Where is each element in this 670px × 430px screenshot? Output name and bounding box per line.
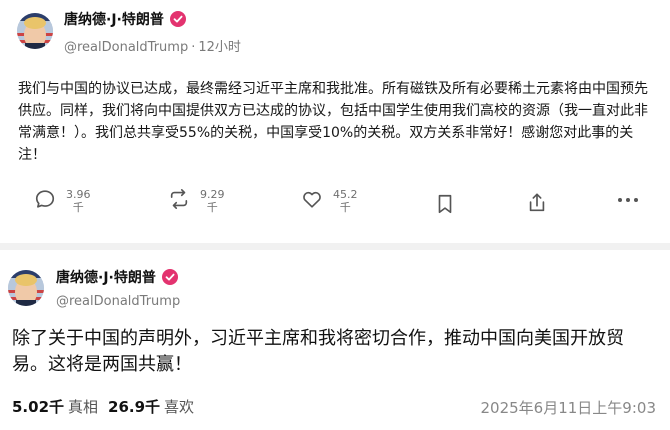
verified-badge-icon (169, 11, 186, 27)
share-button[interactable] (526, 192, 548, 214)
post-time[interactable]: 12小时 (198, 40, 241, 55)
bookmark-icon (438, 194, 452, 214)
repost-count-value: 9.29 (200, 188, 225, 201)
post-card[interactable]: 唐纳德·J·特朗普 @realDonaldTrump 除了关于中国的声明外，习近… (0, 250, 670, 430)
post-card[interactable]: 唐纳德·J·特朗普 @realDonaldTrump · 12小时 我们与中国的协议… (0, 0, 670, 243)
repost-count: 9.29 千 (200, 188, 225, 214)
repost-button[interactable]: 9.29 千 (168, 188, 225, 214)
like-count-value: 45.2 (333, 188, 358, 201)
like-button[interactable]: 45.2 千 (301, 188, 358, 214)
post-timestamp: 2025年6月11日上午9:03 (480, 399, 657, 417)
author-handle[interactable]: @realDonaldTrump (64, 40, 188, 55)
author-handle[interactable]: @realDonaldTrump (56, 294, 180, 309)
share-icon (529, 193, 545, 212)
like-count[interactable]: 26.9千 (108, 398, 160, 416)
action-bar: 3.96 千 9.29 千 45.2 千 (0, 188, 670, 224)
author-name[interactable]: 唐纳德·J·特朗普 (64, 9, 164, 29)
post-text: 除了关于中国的声明外，习近平主席和我将密切合作，推动中国向美国开放贸易。这将是两… (12, 328, 624, 375)
repost-icon (170, 189, 188, 209)
repost-label[interactable]: 真相 (68, 398, 98, 416)
author-avatar[interactable] (8, 270, 44, 306)
repost-count-unit: 千 (206, 201, 218, 214)
post-divider (0, 243, 670, 250)
more-options-button[interactable] (616, 196, 640, 204)
bookmark-button[interactable] (435, 193, 455, 215)
post-stats: 5.02千 真相 26.9千 喜欢 (12, 396, 204, 417)
separator-dot: · (191, 40, 196, 55)
author-name[interactable]: 唐纳德·J·特朗普 (56, 267, 156, 287)
reply-count-value: 3.96 (66, 188, 91, 201)
heart-icon (303, 191, 321, 208)
reply-count-unit: 千 (72, 201, 84, 214)
comment-icon (35, 190, 55, 208)
more-icon (618, 198, 638, 202)
author-avatar[interactable] (17, 13, 53, 49)
like-count-unit: 千 (339, 201, 351, 214)
reply-count: 3.96 千 (66, 188, 91, 214)
repost-count[interactable]: 5.02千 (12, 398, 64, 416)
reply-button[interactable]: 3.96 千 (34, 188, 91, 214)
verified-badge-icon (161, 269, 178, 285)
post-text: 我们与中国的协议已达成，最终需经习近平主席和我批准。所有磁铁及所有必要稀土元素将… (18, 81, 648, 163)
like-label[interactable]: 喜欢 (164, 398, 194, 416)
like-count: 45.2 千 (333, 188, 358, 214)
